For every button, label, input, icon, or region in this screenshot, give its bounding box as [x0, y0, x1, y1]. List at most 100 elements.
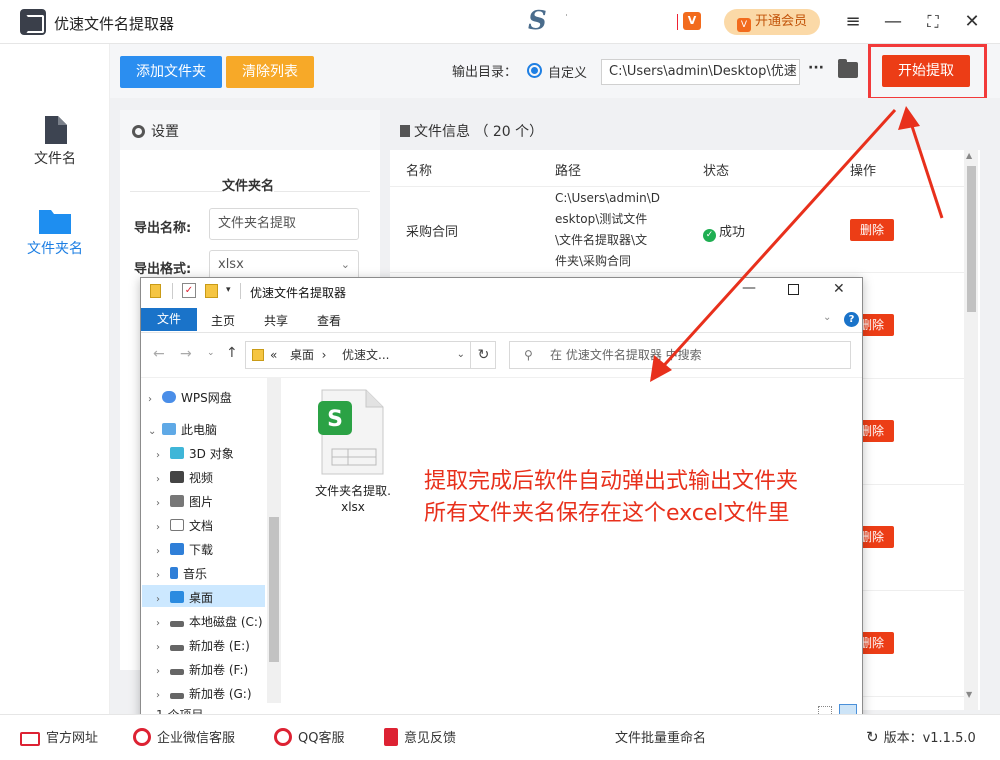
close-icon[interactable]: ✕	[960, 10, 984, 34]
file-icon	[45, 116, 67, 144]
file-label-line: 文件夹名提取.	[315, 484, 391, 498]
forward-icon[interactable]: →	[180, 346, 192, 362]
tree-item-desktop[interactable]: › 桌面	[156, 589, 213, 606]
tab-file[interactable]: 文件	[141, 308, 197, 331]
breadcrumb-current[interactable]: 优速文...	[342, 342, 389, 368]
output-dir-label: 输出目录：	[452, 65, 518, 80]
sidebar-item-filename[interactable]: 文件名	[0, 116, 110, 168]
website-link[interactable]: 官方网址	[20, 727, 98, 746]
tree-label: 新加卷 (F:)	[189, 663, 249, 677]
export-format-select[interactable]: xlsx ⌄	[209, 250, 359, 280]
vip-button[interactable]: V 开通会员	[724, 9, 820, 35]
document-icon	[400, 125, 410, 137]
recent-locations-icon[interactable]: ⌄	[207, 348, 215, 358]
vip-icon[interactable]: V	[683, 12, 701, 30]
nav-scrollbar-thumb[interactable]	[269, 517, 279, 662]
scroll-up-icon[interactable]: ▲	[966, 151, 972, 160]
tree-label: 下载	[189, 543, 214, 557]
music-icon	[170, 567, 178, 579]
tree-item-this-pc[interactable]: ⌄ 此电脑	[148, 421, 217, 438]
tab-share[interactable]: 共享	[264, 312, 288, 329]
xlsx-file-icon[interactable]: S	[318, 389, 384, 475]
output-path-field[interactable]: C:\Users\admin\Desktop\优速	[601, 59, 800, 85]
chevron-right-icon: ›	[156, 570, 160, 581]
tree-label: 文档	[189, 519, 214, 533]
tree-label: 音乐	[183, 567, 208, 581]
tree-item-pictures[interactable]: › 图片	[156, 493, 213, 510]
export-name-input[interactable]: 文件夹名提取	[209, 208, 359, 240]
new-folder-icon[interactable]	[205, 284, 218, 298]
address-bar[interactable]: « 桌面 › 优速文... ⌄	[245, 341, 496, 369]
tree-label: 新加卷 (E:)	[189, 639, 250, 653]
clear-list-button[interactable]: 清除列表	[226, 56, 314, 88]
tree-item-drive-f[interactable]: › 新加卷 (F:)	[156, 661, 248, 678]
chevron-right-icon: ›	[156, 642, 160, 653]
scroll-down-icon[interactable]: ▼	[966, 690, 972, 699]
tree-label: 桌面	[189, 591, 214, 605]
file-label[interactable]: 文件夹名提取. xlsx	[308, 483, 398, 515]
refresh-icon: ↻	[866, 728, 879, 746]
tree-item-documents[interactable]: › 文档	[156, 517, 213, 534]
file-name-cell: 采购合同	[406, 225, 459, 240]
export-format-value: xlsx	[218, 257, 244, 272]
up-icon[interactable]: ↑	[226, 345, 238, 361]
qq-icon	[274, 728, 292, 746]
minimize-icon[interactable]: —	[881, 10, 905, 34]
highlight-frame	[868, 44, 987, 100]
tree-item-music[interactable]: › 音乐	[156, 565, 207, 582]
export-name-label: 导出名称:	[134, 221, 192, 236]
column-header-path[interactable]: 路径	[555, 160, 581, 179]
document-icon	[170, 519, 184, 531]
arrow-annotation	[650, 106, 944, 382]
qq-support-link[interactable]: QQ客服	[274, 727, 344, 746]
sidebar-item-foldername[interactable]: 文件夹名	[0, 208, 110, 258]
divider	[240, 283, 241, 299]
chevron-right-icon: ›	[156, 546, 160, 557]
folder-icon	[39, 210, 71, 234]
scrollbar-thumb[interactable]	[967, 166, 976, 312]
tree-label: 此电脑	[181, 423, 218, 437]
qq-label: QQ客服	[298, 731, 345, 746]
breadcrumb-desktop[interactable]: 桌面 ›	[290, 342, 330, 368]
tree-item-downloads[interactable]: › 下载	[156, 541, 213, 558]
tree-item-drive-c[interactable]: › 本地磁盘 (C:)	[156, 613, 263, 630]
website-icon	[20, 732, 40, 746]
tree-label: 本地磁盘 (C:)	[189, 615, 263, 629]
menu-icon[interactable]: ≡	[841, 10, 865, 34]
tab-home[interactable]: 主页	[211, 312, 235, 329]
maximize-icon[interactable]: ⛶	[921, 10, 945, 34]
sidebar-item-label: 文件名	[34, 151, 76, 167]
address-dropdown-icon[interactable]: ⌄	[457, 342, 465, 368]
open-folder-icon[interactable]	[838, 59, 858, 78]
picture-icon	[170, 495, 184, 507]
drive-icon	[170, 669, 184, 675]
refresh-icon[interactable]: ↻	[470, 342, 496, 368]
vip-badge-icon: V	[736, 18, 751, 32]
version-info[interactable]: ↻ 版本：v1.1.5.0	[866, 727, 976, 746]
tree-item-video[interactable]: › 视频	[156, 469, 213, 486]
tree-item-wps[interactable]: › WPS网盘	[148, 389, 232, 406]
chevron-right-icon: ›	[148, 394, 152, 405]
column-header-name[interactable]: 名称	[406, 160, 432, 179]
divider	[172, 283, 173, 299]
custom-radio-label[interactable]: 自定义	[548, 62, 587, 81]
sidebar-item-label: 文件夹名	[27, 241, 83, 257]
tab-view[interactable]: 查看	[317, 312, 341, 329]
back-icon[interactable]: ←	[153, 346, 165, 362]
brand-logo-icon: S	[528, 6, 547, 36]
chevron-right-icon: ›	[156, 594, 160, 605]
tree-item-3d[interactable]: › 3D 对象	[156, 445, 234, 462]
feedback-link[interactable]: 意见反馈	[384, 727, 456, 746]
properties-icon[interactable]: ✓	[182, 283, 196, 298]
app-title: 优速文件名提取器	[54, 15, 175, 33]
tree-item-drive-e[interactable]: › 新加卷 (E:)	[156, 637, 250, 654]
add-folder-button[interactable]: 添加文件夹	[120, 56, 222, 88]
batch-rename-link[interactable]: 文件批量重命名	[615, 727, 706, 746]
customize-toolbar-icon[interactable]: ▾	[226, 285, 231, 295]
breadcrumb-overflow-icon[interactable]: «	[270, 342, 277, 368]
custom-radio[interactable]	[527, 63, 542, 78]
more-options-icon[interactable]: ···	[808, 60, 824, 76]
wechat-support-link[interactable]: 企业微信客服	[133, 727, 235, 746]
tree-item-drive-g[interactable]: › 新加卷 (G:)	[156, 685, 252, 702]
video-icon	[170, 471, 184, 483]
